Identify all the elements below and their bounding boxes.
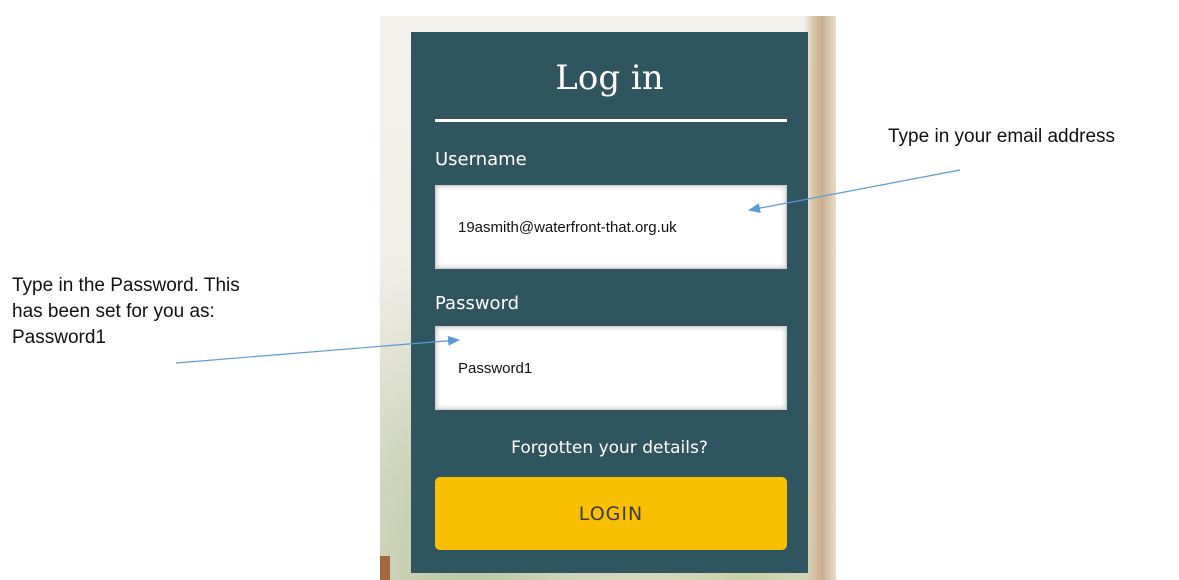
email-arrow xyxy=(748,169,961,214)
annotation-arrows xyxy=(175,169,961,364)
password-arrow xyxy=(175,335,460,364)
